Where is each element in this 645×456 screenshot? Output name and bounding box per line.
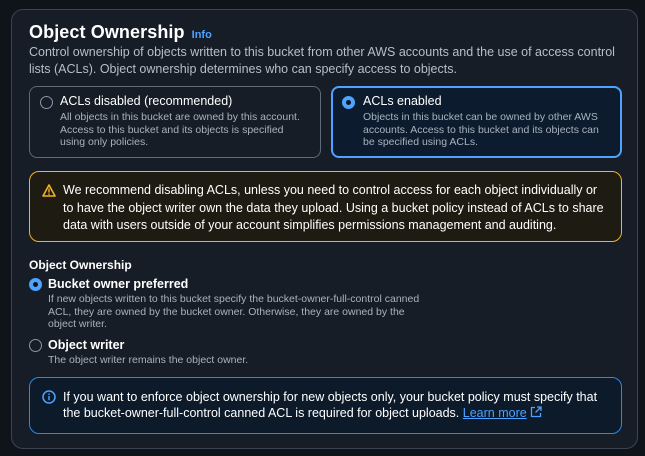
object-ownership-panel: Object Ownership Info Control ownership …	[11, 9, 638, 449]
option-description: If new objects written to this bucket sp…	[48, 293, 420, 330]
section-description: Control ownership of objects written to …	[29, 45, 615, 76]
learn-more-link[interactable]: Learn more	[463, 406, 542, 420]
option-object-writer[interactable]: Object writer The object writer remains …	[29, 338, 429, 367]
info-link[interactable]: Info	[192, 29, 212, 41]
option-label: Object writer	[48, 338, 125, 352]
info-icon	[42, 390, 56, 404]
tile-acls-enabled[interactable]: ACLs enabled Objects in this bucket can …	[331, 86, 622, 158]
panel-header: Object Ownership Info	[29, 22, 212, 43]
tile-description: All objects in this bucket are owned by …	[60, 111, 300, 148]
learn-more-label: Learn more	[462, 406, 527, 420]
option-description: The object writer remains the object own…	[48, 354, 249, 366]
tile-label: ACLs disabled (recommended)	[60, 94, 233, 108]
external-link-icon	[530, 406, 542, 418]
radio-object-writer[interactable]	[29, 339, 42, 352]
ownership-label: Object Ownership	[29, 258, 132, 272]
tile-acls-disabled[interactable]: ACLs disabled (recommended) All objects …	[29, 86, 321, 158]
radio-bucket-owner-preferred[interactable]	[29, 278, 42, 291]
tile-description: Objects in this bucket can be owned by o…	[363, 111, 599, 148]
option-bucket-owner-preferred[interactable]: Bucket owner preferred If new objects wr…	[29, 277, 429, 331]
warning-text: We recommend disabling ACLs, unless you …	[63, 183, 604, 232]
tile-label: ACLs enabled	[363, 94, 442, 108]
radio-acls-enabled[interactable]	[342, 96, 355, 109]
acl-warning-alert: We recommend disabling ACLs, unless you …	[29, 171, 622, 242]
radio-acls-disabled[interactable]	[40, 96, 53, 109]
ownership-info-alert: If you want to enforce object ownership …	[29, 377, 622, 434]
warning-icon	[42, 184, 56, 197]
section-title: Object Ownership	[29, 22, 185, 42]
option-label: Bucket owner preferred	[48, 277, 189, 291]
